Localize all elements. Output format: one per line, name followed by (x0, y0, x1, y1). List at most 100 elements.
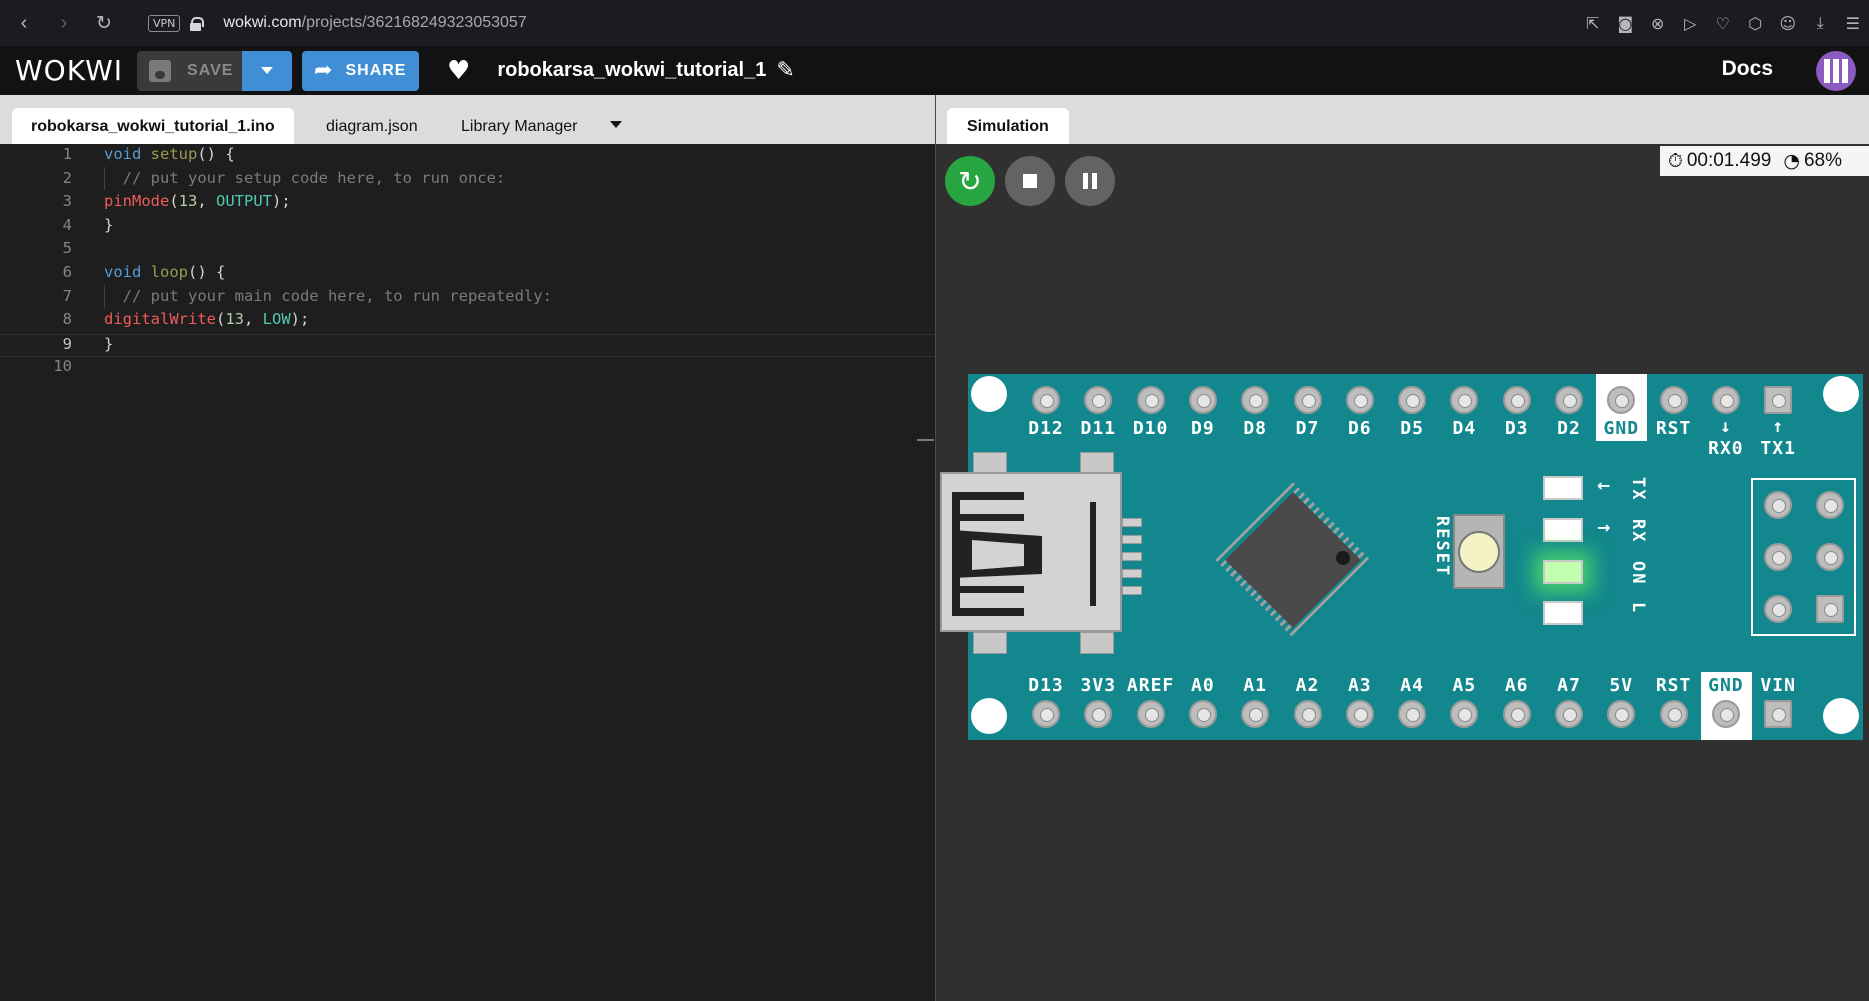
code-line[interactable]: 3 pinMode(13, OUTPUT); (0, 192, 935, 215)
back-icon[interactable]: ‹ (4, 12, 44, 35)
code-line[interactable]: 6 void loop() { (0, 263, 935, 286)
pin-rst-bottom[interactable] (1659, 700, 1688, 728)
code-line[interactable]: 1 void setup() { (0, 145, 935, 168)
share-button[interactable]: ➦ SHARE (302, 50, 420, 91)
code-line[interactable]: 9} (0, 333, 935, 357)
avatar[interactable] (1816, 51, 1856, 91)
save-button[interactable]: SAVE (137, 50, 243, 91)
pin-a2-bottom[interactable] (1293, 700, 1322, 728)
pin-d7[interactable] (1293, 386, 1322, 414)
pin-d13-bottom[interactable] (1032, 700, 1060, 728)
pin-d2[interactable] (1555, 386, 1583, 414)
code-line[interactable]: 4} (0, 216, 935, 239)
code-token: pinMode (104, 192, 170, 211)
stop-icon (1023, 174, 1037, 188)
simulation-tabs: Simulation (936, 95, 1869, 144)
tab-diagram-json[interactable]: diagram.json (307, 108, 437, 144)
icsp-pin[interactable] (1816, 543, 1844, 571)
forward-icon[interactable]: › (44, 12, 84, 35)
pause-button[interactable] (1065, 156, 1115, 206)
icsp-pin[interactable] (1764, 491, 1792, 519)
code-line[interactable]: 8 digitalWrite(13, LOW); (0, 310, 935, 333)
code-token: OUTPUT (216, 192, 273, 211)
pin-rst[interactable] (1659, 386, 1688, 414)
settings-sliders-icon[interactable]: ☰ (1837, 14, 1869, 33)
icsp-pin[interactable] (1764, 595, 1792, 623)
simulation-status: ⏱ 00:01.499 ◔ 68% (1660, 146, 1869, 176)
account-icon[interactable]: ☺ (1772, 14, 1805, 33)
code-line[interactable]: 2 // put your setup code here, to run on… (0, 169, 935, 192)
scrollbar-marker[interactable] (917, 439, 934, 441)
pin-rx0[interactable] (1711, 386, 1740, 414)
l-led-label: L (1628, 602, 1648, 615)
heart-outline-icon[interactable]: ♡ (1707, 14, 1740, 33)
download-icon[interactable]: ⤓ (1804, 13, 1837, 33)
pin-d12[interactable] (1032, 386, 1060, 414)
project-title[interactable]: robokarsa_wokwi_tutorial_1 (497, 59, 766, 82)
share-label: SHARE (345, 61, 407, 79)
pin-d6[interactable] (1345, 386, 1374, 414)
code-text: void setup() { (104, 145, 235, 163)
mounting-hole (971, 698, 1007, 734)
pin-a7-bottom[interactable] (1555, 700, 1583, 728)
code-line[interactable]: 10 (0, 357, 935, 380)
edit-pencil-icon[interactable]: ✎ (776, 58, 794, 83)
reset-button[interactable] (1453, 514, 1505, 589)
line-number: 5 (62, 239, 72, 258)
pin-a4-bottom[interactable] (1398, 700, 1427, 728)
pin-aref-bottom[interactable] (1136, 700, 1165, 728)
tab-menu-chevron-icon[interactable] (610, 121, 622, 128)
pin-d3[interactable] (1502, 386, 1531, 414)
code-line[interactable]: 7 // put your main code here, to run rep… (0, 287, 935, 310)
url-path: /projects/362168249323053057 (301, 14, 527, 31)
wokwi-logo[interactable]: WOKWI (15, 54, 123, 87)
simulation-speed: 68% (1803, 150, 1842, 171)
pin-label-d9: D9 (1191, 418, 1215, 439)
pin-a3-bottom[interactable] (1345, 700, 1374, 728)
mounting-hole (1823, 698, 1859, 734)
tx-led-arrow-icon: ← (1597, 476, 1611, 495)
pin-a1-bottom[interactable] (1241, 700, 1270, 728)
speed-gauge-icon: ◔ (1783, 150, 1800, 172)
icsp-pin[interactable] (1816, 491, 1844, 519)
camera-icon[interactable]: ◙ (1609, 14, 1642, 33)
like-heart-icon[interactable]: ♥ (447, 56, 470, 86)
share-page-icon[interactable]: ⇱ (1577, 14, 1610, 33)
vpn-badge[interactable]: VPN (148, 14, 181, 32)
restart-button[interactable]: ↻ (945, 156, 995, 206)
icsp-pin[interactable] (1816, 595, 1844, 623)
block-icon[interactable]: ⊗ (1642, 14, 1675, 33)
pin-a0-bottom[interactable] (1188, 700, 1217, 728)
pin-vin-bottom[interactable] (1764, 700, 1793, 728)
code-line[interactable]: 5 (0, 239, 935, 262)
pin-label-d3: D3 (1504, 418, 1529, 439)
send-icon[interactable]: ▷ (1674, 14, 1707, 33)
docs-link[interactable]: Docs (1722, 57, 1773, 81)
pin-tx1[interactable] (1764, 386, 1793, 414)
pin-d10[interactable] (1136, 386, 1165, 414)
pin-d9[interactable] (1188, 386, 1217, 414)
reset-button-cap (1458, 531, 1500, 573)
save-options-button[interactable] (242, 50, 293, 91)
stopwatch-icon: ⏱ (1668, 150, 1683, 172)
pin-label-tx1: TX1 (1760, 438, 1796, 459)
stop-button[interactable] (1005, 156, 1055, 206)
reload-icon[interactable]: ↻ (84, 12, 124, 34)
code-token: } (104, 334, 114, 353)
tab-library-manager[interactable]: Library Manager (442, 108, 597, 144)
pin-gnd-bottom[interactable] (1711, 700, 1740, 728)
pin-d5[interactable] (1398, 386, 1427, 414)
tab-ino-file[interactable]: robokarsa_wokwi_tutorial_1.ino (12, 108, 294, 144)
pin-a6-bottom[interactable] (1502, 700, 1531, 728)
address-bar[interactable]: wokwi.com/projects/362168249323053057 (223, 14, 526, 32)
tab-simulation[interactable]: Simulation (947, 108, 1069, 144)
icsp-pin[interactable] (1764, 543, 1792, 571)
tx-led-label: TX (1628, 477, 1648, 502)
tx-arrow-icon: ↑ (1772, 416, 1785, 437)
code-token: void (104, 263, 142, 281)
pin-d8[interactable] (1241, 386, 1270, 414)
box-icon[interactable]: ⬡ (1739, 14, 1772, 33)
code-editor[interactable]: 1 void setup() {2 // put your setup code … (0, 144, 935, 1001)
code-text: void loop() { (104, 263, 225, 281)
lock-icon[interactable] (190, 16, 205, 31)
